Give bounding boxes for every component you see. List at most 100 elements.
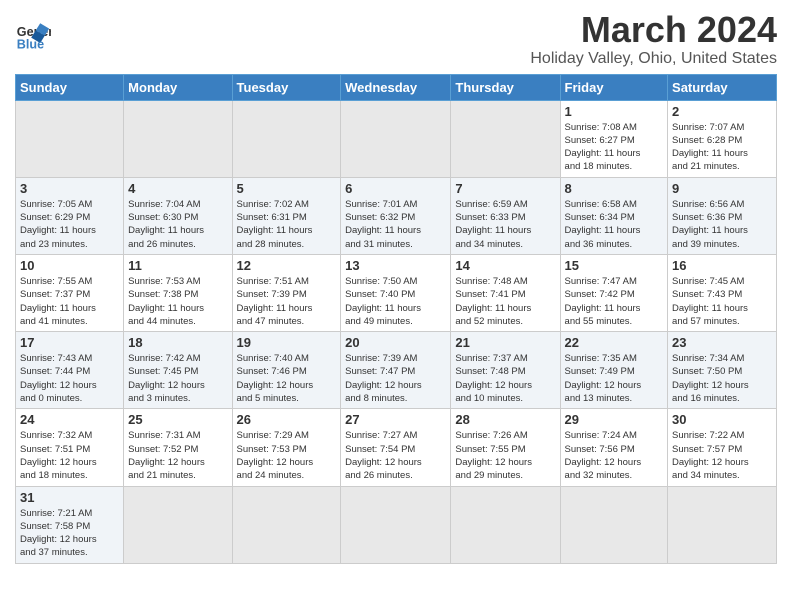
weekday-header-monday: Monday: [124, 74, 232, 100]
calendar-cell: [232, 486, 341, 563]
weekday-header-row: SundayMondayTuesdayWednesdayThursdayFrid…: [16, 74, 777, 100]
calendar-cell: 26Sunrise: 7:29 AM Sunset: 7:53 PM Dayli…: [232, 409, 341, 486]
day-info: Sunrise: 7:32 AM Sunset: 7:51 PM Dayligh…: [20, 429, 119, 482]
day-number: 10: [20, 258, 119, 273]
day-info: Sunrise: 7:24 AM Sunset: 7:56 PM Dayligh…: [565, 429, 664, 482]
calendar-cell: [232, 100, 341, 177]
calendar-cell: 3 Sunrise: 7:05 AM Sunset: 6:29 PM Daylig…: [16, 177, 124, 254]
day-info: Sunrise: 6:59 AM Sunset: 6:33 PM Dayligh…: [455, 198, 555, 251]
day-info: Sunrise: 7:27 AM Sunset: 7:54 PM Dayligh…: [345, 429, 446, 482]
calendar-week-4: 17 Sunrise: 7:43 AM Sunset: 7:44 PM Dayli…: [16, 332, 777, 409]
weekday-header-wednesday: Wednesday: [341, 74, 451, 100]
day-number: 22: [565, 335, 664, 350]
calendar-cell: 21Sunrise: 7:37 AM Sunset: 7:48 PM Dayli…: [451, 332, 560, 409]
weekday-header-tuesday: Tuesday: [232, 74, 341, 100]
calendar-cell: 15Sunrise: 7:47 AM Sunset: 7:42 PM Dayli…: [560, 254, 668, 331]
day-info: Sunrise: 7:02 AM Sunset: 6:31 PM Dayligh…: [237, 198, 337, 251]
calendar-week-3: 10Sunrise: 7:55 AM Sunset: 7:37 PM Dayli…: [16, 254, 777, 331]
weekday-header-friday: Friday: [560, 74, 668, 100]
calendar-cell: 17 Sunrise: 7:43 AM Sunset: 7:44 PM Dayli…: [16, 332, 124, 409]
day-number: 24: [20, 412, 119, 427]
day-number: 16: [672, 258, 772, 273]
calendar-cell: 9Sunrise: 6:56 AM Sunset: 6:36 PM Daylig…: [668, 177, 777, 254]
day-info: Sunrise: 7:53 AM Sunset: 7:38 PM Dayligh…: [128, 275, 227, 328]
day-info: Sunrise: 7:05 AM Sunset: 6:29 PM Dayligh…: [20, 198, 119, 251]
logo-icon: General Blue: [15, 16, 51, 52]
calendar-cell: 25 Sunrise: 7:31 AM Sunset: 7:52 PM Dayli…: [124, 409, 232, 486]
day-info: Sunrise: 7:08 AM Sunset: 6:27 PM Dayligh…: [565, 121, 664, 174]
day-number: 13: [345, 258, 446, 273]
calendar-cell: [560, 486, 668, 563]
day-info: Sunrise: 7:31 AM Sunset: 7:52 PM Dayligh…: [128, 429, 227, 482]
calendar-cell: 16 Sunrise: 7:45 AM Sunset: 7:43 PM Dayli…: [668, 254, 777, 331]
day-number: 25: [128, 412, 227, 427]
weekday-header-saturday: Saturday: [668, 74, 777, 100]
calendar-cell: [451, 486, 560, 563]
day-number: 7: [455, 181, 555, 196]
day-number: 8: [565, 181, 664, 196]
day-info: Sunrise: 7:48 AM Sunset: 7:41 PM Dayligh…: [455, 275, 555, 328]
day-info: Sunrise: 6:58 AM Sunset: 6:34 PM Dayligh…: [565, 198, 664, 251]
day-number: 11: [128, 258, 227, 273]
day-info: Sunrise: 7:43 AM Sunset: 7:44 PM Dayligh…: [20, 352, 119, 405]
calendar-cell: [341, 486, 451, 563]
calendar-cell: [124, 486, 232, 563]
day-info: Sunrise: 7:26 AM Sunset: 7:55 PM Dayligh…: [455, 429, 555, 482]
day-info: Sunrise: 7:07 AM Sunset: 6:28 PM Dayligh…: [672, 121, 772, 174]
day-info: Sunrise: 7:21 AM Sunset: 7:58 PM Dayligh…: [20, 507, 119, 560]
day-number: 3: [20, 181, 119, 196]
day-number: 1: [565, 104, 664, 119]
day-info: Sunrise: 7:47 AM Sunset: 7:42 PM Dayligh…: [565, 275, 664, 328]
day-number: 23: [672, 335, 772, 350]
day-number: 14: [455, 258, 555, 273]
calendar-week-2: 3 Sunrise: 7:05 AM Sunset: 6:29 PM Daylig…: [16, 177, 777, 254]
day-number: 2: [672, 104, 772, 119]
calendar-cell: [341, 100, 451, 177]
day-number: 4: [128, 181, 227, 196]
day-info: Sunrise: 7:37 AM Sunset: 7:48 PM Dayligh…: [455, 352, 555, 405]
day-number: 30: [672, 412, 772, 427]
calendar-cell: [16, 100, 124, 177]
calendar-cell: 23Sunrise: 7:34 AM Sunset: 7:50 PM Dayli…: [668, 332, 777, 409]
calendar-cell: 1 Sunrise: 7:08 AM Sunset: 6:27 PM Daylig…: [560, 100, 668, 177]
page: General Blue March 2024 Holiday Valley, …: [0, 0, 792, 579]
calendar-cell: 18 Sunrise: 7:42 AM Sunset: 7:45 PM Dayli…: [124, 332, 232, 409]
day-number: 5: [237, 181, 337, 196]
weekday-header-sunday: Sunday: [16, 74, 124, 100]
calendar-week-5: 24 Sunrise: 7:32 AM Sunset: 7:51 PM Dayli…: [16, 409, 777, 486]
calendar-cell: 4 Sunrise: 7:04 AM Sunset: 6:30 PM Daylig…: [124, 177, 232, 254]
day-number: 27: [345, 412, 446, 427]
day-info: Sunrise: 7:40 AM Sunset: 7:46 PM Dayligh…: [237, 352, 337, 405]
calendar-cell: 10Sunrise: 7:55 AM Sunset: 7:37 PM Dayli…: [16, 254, 124, 331]
svg-text:Blue: Blue: [17, 37, 44, 51]
day-info: Sunrise: 6:56 AM Sunset: 6:36 PM Dayligh…: [672, 198, 772, 251]
day-info: Sunrise: 7:35 AM Sunset: 7:49 PM Dayligh…: [565, 352, 664, 405]
calendar-table: SundayMondayTuesdayWednesdayThursdayFrid…: [15, 74, 777, 564]
calendar-cell: 22 Sunrise: 7:35 AM Sunset: 7:49 PM Dayli…: [560, 332, 668, 409]
day-number: 28: [455, 412, 555, 427]
calendar-cell: 11 Sunrise: 7:53 AM Sunset: 7:38 PM Dayli…: [124, 254, 232, 331]
calendar-cell: [451, 100, 560, 177]
day-info: Sunrise: 7:51 AM Sunset: 7:39 PM Dayligh…: [237, 275, 337, 328]
subtitle: Holiday Valley, Ohio, United States: [530, 50, 777, 68]
calendar-week-6: 31 Sunrise: 7:21 AM Sunset: 7:58 PM Dayli…: [16, 486, 777, 563]
day-number: 31: [20, 490, 119, 505]
day-info: Sunrise: 7:39 AM Sunset: 7:47 PM Dayligh…: [345, 352, 446, 405]
day-info: Sunrise: 7:04 AM Sunset: 6:30 PM Dayligh…: [128, 198, 227, 251]
day-info: Sunrise: 7:01 AM Sunset: 6:32 PM Dayligh…: [345, 198, 446, 251]
day-info: Sunrise: 7:22 AM Sunset: 7:57 PM Dayligh…: [672, 429, 772, 482]
calendar-cell: 12Sunrise: 7:51 AM Sunset: 7:39 PM Dayli…: [232, 254, 341, 331]
calendar-cell: [668, 486, 777, 563]
day-number: 18: [128, 335, 227, 350]
calendar-cell: 14 Sunrise: 7:48 AM Sunset: 7:41 PM Dayli…: [451, 254, 560, 331]
calendar-cell: 24 Sunrise: 7:32 AM Sunset: 7:51 PM Dayli…: [16, 409, 124, 486]
day-number: 20: [345, 335, 446, 350]
calendar-cell: 2 Sunrise: 7:07 AM Sunset: 6:28 PM Daylig…: [668, 100, 777, 177]
weekday-header-thursday: Thursday: [451, 74, 560, 100]
day-number: 17: [20, 335, 119, 350]
day-info: Sunrise: 7:42 AM Sunset: 7:45 PM Dayligh…: [128, 352, 227, 405]
day-info: Sunrise: 7:45 AM Sunset: 7:43 PM Dayligh…: [672, 275, 772, 328]
calendar-cell: 20 Sunrise: 7:39 AM Sunset: 7:47 PM Dayli…: [341, 332, 451, 409]
day-number: 19: [237, 335, 337, 350]
month-title: March 2024: [530, 10, 777, 50]
